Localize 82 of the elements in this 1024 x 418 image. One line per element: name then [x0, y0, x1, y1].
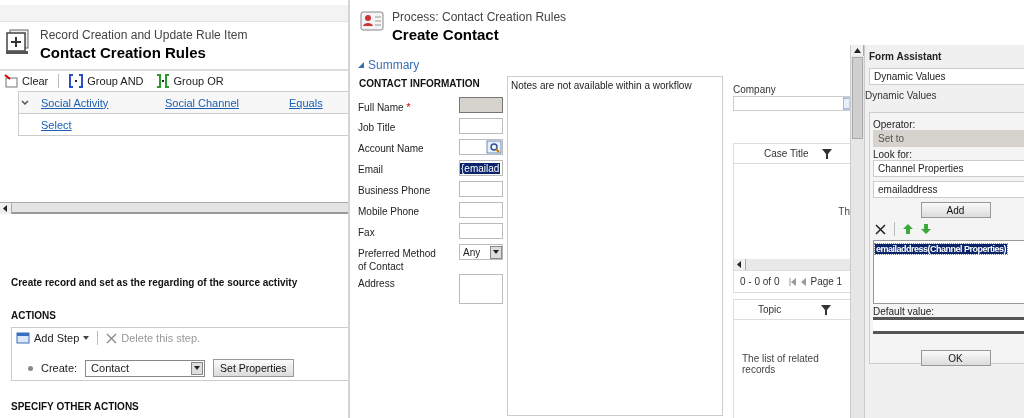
arrow-down-icon	[921, 224, 931, 234]
form-title: Create Contact	[392, 26, 500, 43]
field-label: Business Phone	[358, 184, 432, 197]
text-area[interactable]	[459, 274, 503, 304]
input-field[interactable]	[459, 223, 503, 239]
input-field[interactable]	[459, 181, 503, 197]
grid-message: The list of related records	[741, 352, 820, 377]
toolbar-button[interactable]: Clear	[2, 74, 51, 88]
condition-link[interactable]: Social Channel	[165, 96, 239, 109]
close-icon	[106, 332, 118, 344]
mode-dropdown[interactable]: Dynamic Values	[869, 68, 1024, 85]
input-field[interactable]: {emailad	[459, 160, 503, 176]
notes-panel: Notes are not available within a workflow	[507, 76, 723, 416]
panel-caption: Dynamic Values	[865, 90, 938, 101]
input-field[interactable]	[873, 317, 1024, 334]
condition-link[interactable]: Social Activity	[41, 96, 109, 109]
field-label: Default value:	[873, 306, 936, 317]
arrow-up-icon	[903, 224, 913, 234]
caret-icon	[493, 250, 499, 254]
filter-icon	[822, 148, 833, 159]
scroll-left-icon	[737, 261, 742, 268]
field-label: Mobile Phone	[358, 205, 421, 218]
entity-dropdown[interactable]: Channel Properties	[873, 160, 1024, 177]
caret-icon	[194, 366, 201, 370]
field-label: Job Title	[358, 121, 397, 134]
caret-icon	[83, 336, 90, 340]
grid-message: Th	[837, 205, 850, 219]
add-step-button[interactable]: Add Step	[14, 332, 92, 344]
ok-button[interactable]: OK	[920, 350, 991, 366]
bracket-icon	[69, 74, 84, 88]
section-toggle[interactable]: Summary	[368, 58, 420, 72]
lookup-field[interactable]	[459, 139, 503, 155]
contact-card-icon	[360, 10, 384, 32]
window-icon	[16, 332, 30, 344]
bracket-icon	[155, 74, 170, 88]
section-heading: SPECIFY OTHER ACTIONS	[11, 401, 140, 412]
description-text: Create record and set as the regarding of the source activity	[11, 277, 299, 288]
field-label: Address	[358, 277, 396, 290]
field-label: Full Name *	[358, 100, 412, 115]
select-link[interactable]: Select	[41, 118, 72, 131]
previous-page-icon	[801, 277, 807, 286]
entity-dropdown[interactable]: Contact	[85, 359, 206, 377]
record-count: 0 - 0 of 0	[740, 276, 780, 287]
clear-icon	[4, 74, 18, 88]
record-icon	[4, 28, 32, 56]
add-button[interactable]: Add	[920, 202, 991, 218]
lookup-icon	[486, 140, 502, 154]
column-header[interactable]: Case Title	[764, 148, 809, 159]
select-field[interactable]: Any	[459, 244, 503, 260]
field-label: Operator:	[873, 119, 917, 130]
record-title: Contact Creation Rules	[40, 44, 207, 61]
column-header[interactable]: Topic	[758, 304, 782, 315]
scroll-left-icon	[3, 205, 8, 212]
scroll-up-icon	[853, 48, 861, 53]
scrollbar-thumb[interactable]	[852, 57, 863, 139]
section-heading: ACTIONS	[11, 310, 57, 321]
toolbar-button[interactable]: Group OR	[153, 74, 226, 88]
field-label: Preferred Method of Contact	[358, 247, 437, 273]
list-item[interactable]: emailaddress(Channel Properties)	[875, 244, 1008, 254]
bullet-icon	[28, 365, 33, 371]
first-page-icon	[789, 277, 798, 286]
field-label: Look for:	[873, 149, 913, 160]
record-type-label: Record Creation and Update Rule Item	[40, 28, 248, 42]
panel-title: Form Assistant	[869, 51, 943, 62]
field-label: Company	[733, 84, 777, 95]
lookup-field[interactable]	[733, 96, 850, 111]
page-label: Page 1	[810, 276, 843, 287]
input-field[interactable]	[459, 202, 503, 218]
process-label: Process: Contact Creation Rules	[392, 10, 567, 24]
group-heading: CONTACT INFORMATION	[359, 78, 481, 89]
input-field[interactable]	[459, 118, 503, 134]
field-label: Fax	[358, 226, 376, 239]
filter-icon	[821, 304, 832, 315]
operator-dropdown[interactable]: Set to	[873, 130, 1024, 147]
field-label: Account Name	[358, 142, 425, 155]
condition-link[interactable]: Equals	[289, 96, 323, 109]
field-label: Email	[358, 163, 384, 176]
step-label: Create:	[41, 362, 78, 374]
close-icon	[875, 223, 886, 235]
toolbar-button[interactable]: Group AND	[67, 74, 146, 88]
attribute-dropdown[interactable]: emailaddress	[873, 181, 1024, 198]
set-properties-button[interactable]: Set Properties	[213, 359, 294, 377]
